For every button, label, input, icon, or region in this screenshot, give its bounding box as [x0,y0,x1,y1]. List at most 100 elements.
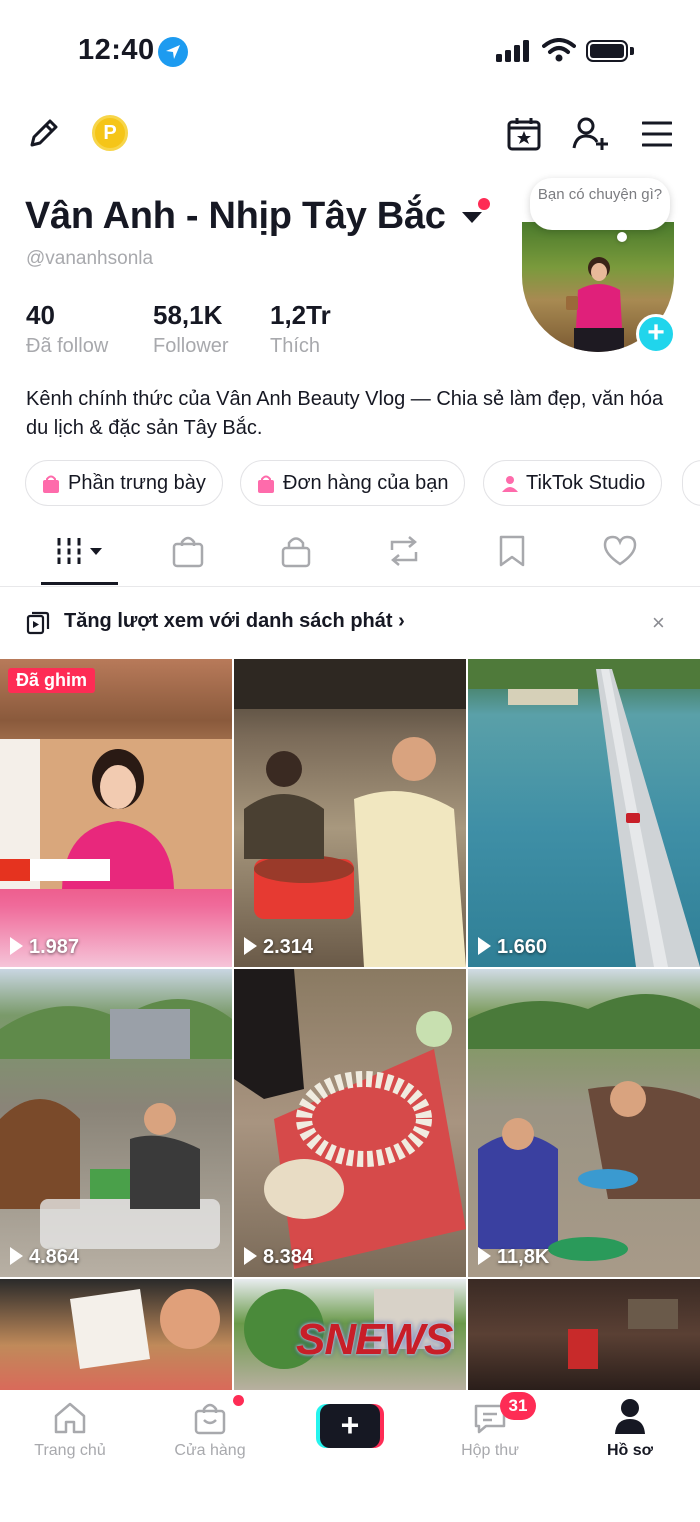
view-count: 1.987 [10,935,79,959]
nav-profile-label: Hồ sơ [606,1442,654,1459]
stat-following-label: Đã follow [26,335,109,357]
playlist-banner-text: Tăng lượt xem với danh sách phát › [64,610,405,633]
video-tile[interactable]: SNEWS [234,1279,466,1390]
view-count-value: 1.660 [497,936,548,958]
video-thumbnail-art [0,739,232,889]
video-tile[interactable]: 11,8K [468,969,700,1277]
video-tile[interactable]: 4.864 [0,969,232,1277]
video-thumbnail-art [234,969,466,1269]
location-arrow-icon [158,37,188,67]
create-plus-icon: + [320,1404,380,1448]
nav-shop-label: Cửa hàng [174,1442,246,1459]
orders-pill-label: Đơn hàng của bạn [283,472,449,494]
stat-likes[interactable]: 1,2Tr Thích [270,300,331,358]
shop-notification-dot [233,1395,244,1406]
video-tile[interactable]: 8.384 [234,969,466,1277]
create-button[interactable]: + [316,1404,384,1448]
stat-likes-value: 1,2Tr [270,300,331,330]
tab-liked[interactable] [603,534,637,573]
playlist-banner[interactable]: Tăng lượt xem với danh sách phát › × [0,598,700,648]
video-tile[interactable] [468,1279,700,1390]
tab-videos[interactable] [56,534,106,573]
wifi-icon [542,38,576,62]
pinned-badge: Đã ghim [8,668,96,693]
view-count: 2.314 [244,935,313,959]
view-count: 8.384 [244,1245,313,1269]
studio-person-icon [502,476,518,492]
view-count: 11,8K [478,1245,549,1269]
avatar-person-figure [566,257,624,352]
play-icon [478,1247,491,1265]
tab-reposts[interactable] [386,534,422,573]
playlist-icon [26,611,50,635]
watermark-logo: SNEWS [296,1315,453,1364]
calendar-star-icon[interactable] [506,116,542,152]
nav-home-label: Trang chủ [34,1442,106,1459]
tab-favorites[interactable] [499,534,525,573]
menu-icon[interactable] [642,120,672,148]
view-count: 1.660 [478,935,547,959]
video-tile[interactable]: Đã ghim 1.987 [0,659,232,967]
video-thumbnail-art [468,994,700,1261]
signal-icon [496,40,529,62]
close-icon[interactable]: × [652,610,665,636]
pencil-icon[interactable] [26,117,60,151]
view-count: 4.864 [10,1245,79,1269]
stat-followers[interactable]: 58,1K Follower [153,300,229,358]
active-tab-indicator [41,582,118,585]
coin-icon[interactable]: P [92,115,128,151]
stat-followers-value: 58,1K [153,300,223,330]
video-thumbnail-art [70,1289,220,1369]
repost-icon [390,536,418,566]
shopping-bag-icon [258,475,274,493]
profile-bio: Kênh chính thức của Vân Anh Beauty Vlog … [26,388,664,439]
view-count-value: 2.314 [263,936,314,958]
lock-icon [281,537,311,568]
tabs-divider [0,586,700,587]
showcase-pill-label: Phần trưng bày [68,472,206,494]
more-pills[interactable] [682,460,700,506]
playlist-banner-label: Tăng lượt xem với danh sách phát [64,610,393,632]
play-icon [10,1247,23,1265]
video-thumbnail-art [568,1299,678,1369]
grid-icon [56,538,102,564]
showcase-pill[interactable]: Phần trưng bày [25,460,223,506]
tab-private[interactable] [281,534,311,573]
battery-icon [586,40,634,62]
display-name: Vân Anh - Nhịp Tây Bắc [25,195,446,237]
stat-likes-label: Thích [270,335,321,357]
add-story-button[interactable]: + [636,314,676,354]
play-icon [10,937,23,955]
nav-inbox-label: Hộp thư [461,1442,519,1459]
tab-shop[interactable] [172,534,204,573]
video-thumbnail-art [0,999,232,1249]
video-thumbnail-art [234,659,466,967]
video-thumbnail-art [468,659,700,967]
view-count-value: 4.864 [29,1246,80,1268]
view-count-value: 11,8K [497,1246,550,1268]
heart-icon [603,535,637,566]
notification-dot [478,198,490,210]
orders-pill[interactable]: Đơn hàng của bạn [240,460,466,506]
view-count-value: 1.987 [29,936,80,958]
chevron-right-icon: › [398,610,405,632]
play-icon [478,937,491,955]
status-bubble-tail [617,232,627,242]
video-tile[interactable]: 2.314 [234,659,466,967]
shop-bag-icon [194,1403,226,1435]
tiktok-studio-pill-label: TikTok Studio [526,472,646,494]
play-icon [244,1247,257,1265]
video-tile[interactable]: 1.660 [468,659,700,967]
play-icon [244,937,257,955]
status-bubble[interactable]: Bạn có chuyện gì? [530,178,670,230]
tiktok-studio-pill[interactable]: TikTok Studio [483,460,663,506]
stat-following[interactable]: 40 Đã follow [26,300,108,358]
video-tile[interactable] [0,1279,232,1390]
username-handle: @vananhsonla [26,248,154,269]
stat-followers-label: Follower [153,335,229,357]
view-count-value: 8.384 [263,1246,314,1268]
inbox-badge: 31 [500,1392,536,1420]
add-friend-icon[interactable] [572,116,610,152]
account-switch-caret-icon[interactable] [462,212,482,223]
home-icon [54,1402,86,1434]
